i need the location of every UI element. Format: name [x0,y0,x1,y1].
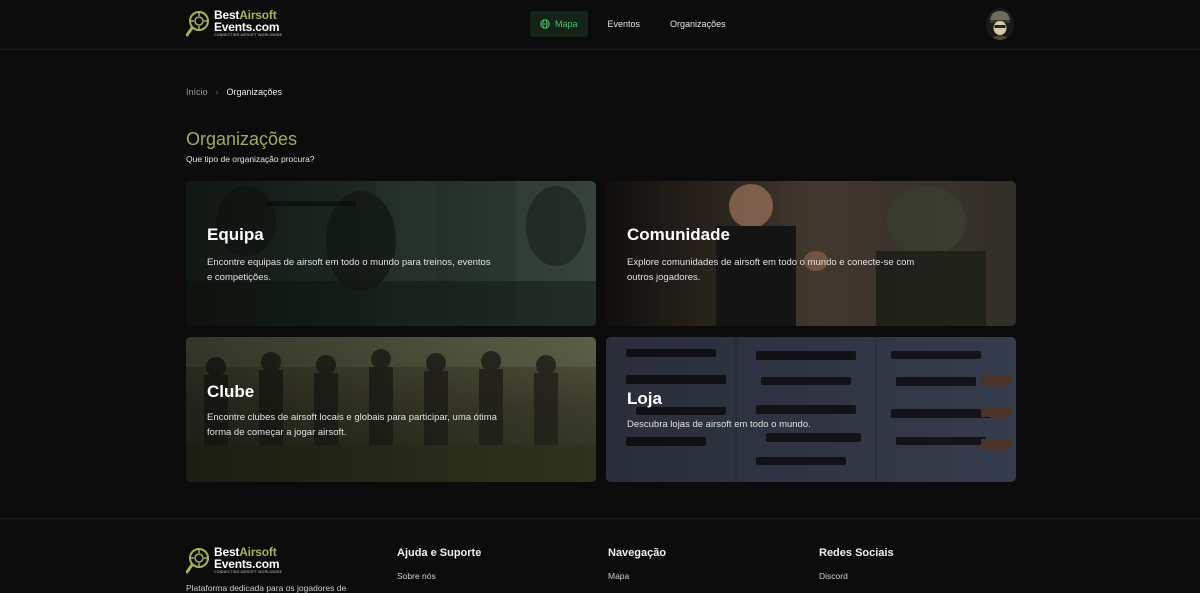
card-loja-title: Loja [627,389,662,408]
card-equipa-desc: Encontre equipas de airsoft em todo o mu… [207,257,491,283]
footer-link-about[interactable]: Sobre nós [397,571,481,581]
footer-col-nav: Navegação Mapa [608,547,666,581]
card-comunidade-desc: Explore comunidades de airsoft em todo o… [627,257,915,283]
nav-item-mapa[interactable]: Mapa [530,11,588,37]
breadcrumb-current: Organizações [226,87,283,97]
footer-link-discord[interactable]: Discord [819,571,894,581]
footer-heading-social: Redes Sociais [819,547,894,559]
soldier-avatar-icon [986,8,1014,40]
footer-link-map[interactable]: Mapa [608,571,666,581]
logo-wordmark: BestAirsoft Events.com CONNECTING AIRSOF… [214,9,282,38]
crosshair-logo-icon [186,11,209,37]
card-equipa-title: Equipa [207,225,264,244]
card-equipa[interactable]: Equipa Encontre equipas de airsoft em to… [186,181,596,326]
loja-overlay [606,337,1016,482]
footer-logo-wordmark: BestAirsoft Events.com CONNECTING AIRSOF… [214,546,282,575]
card-clube-title: Clube [207,382,255,401]
footer-heading-help: Ajuda e Suporte [397,547,482,559]
logo-events: Events.com [214,20,280,34]
main-nav: Mapa Eventos Organizações [530,11,736,37]
top-header: BestAirsoft Events.com CONNECTING AIRSOF… [0,0,1200,50]
nav-label-eventos: Eventos [607,19,641,29]
breadcrumb-home[interactable]: Início [186,87,208,97]
globe-icon [540,19,550,29]
breadcrumb-separator: › [215,87,219,97]
nav-item-eventos[interactable]: Eventos [598,11,651,37]
breadcrumb: Início › Organizações [186,87,282,97]
page-subtitle: Que tipo de organização procura? [186,154,315,164]
site-logo[interactable]: BestAirsoft Events.com CONNECTING AIRSOF… [186,9,282,38]
page-title: Organizações [186,129,298,149]
nav-label-mapa: Mapa [555,19,578,29]
site-footer: BestAirsoft Events.com CONNECTING AIRSOF… [0,518,1200,593]
footer-logo[interactable]: BestAirsoft Events.com CONNECTING AIRSOF… [186,546,282,575]
footer-col-social: Redes Sociais Discord [819,547,894,581]
nav-label-organizacoes: Organizações [670,19,726,29]
footer-description: Plataforma dedicada para os jogadores de [186,583,347,593]
card-loja[interactable]: Loja Descubra lojas de airsoft em todo o… [606,337,1016,482]
footer-logo-tagline: CONNECTING AIRSOFT WORLDWIDE [214,570,283,574]
equipa-overlay [186,181,596,326]
card-comunidade[interactable]: Comunidade Explore comunidades de airsof… [606,181,1016,326]
comunidade-overlay [606,181,1016,326]
nav-item-organizacoes[interactable]: Organizações [660,11,736,37]
user-avatar[interactable] [986,8,1014,40]
crosshair-logo-icon [186,548,209,574]
footer-col-help: Ajuda e Suporte Sobre nós [397,547,481,581]
footer-heading-nav: Navegação [608,547,667,559]
card-loja-desc: Descubra lojas de airsoft em todo o mund… [627,419,811,430]
card-comunidade-title: Comunidade [627,225,730,244]
card-clube-desc: Encontre clubes de airsoft locais e glob… [207,412,497,438]
logo-tagline: CONNECTING AIRSOFT WORLDWIDE [214,33,283,37]
card-clube[interactable]: Clube Encontre clubes de airsoft locais … [186,337,596,482]
footer-logo-events: Events.com [214,557,280,571]
